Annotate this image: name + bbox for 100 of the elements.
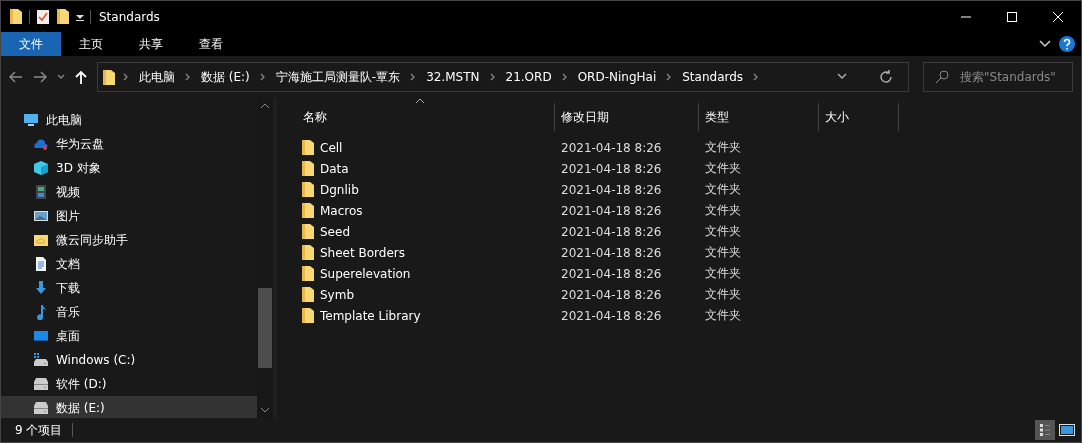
type-cell-text: 文件夹 — [704, 223, 742, 240]
document-icon — [33, 256, 49, 272]
date-cell-text: 2021-04-18 8:26 — [560, 182, 663, 197]
ribbon-tab[interactable]: 查看 — [181, 32, 241, 56]
folder-icon — [301, 307, 315, 324]
type-cell-text: 文件夹 — [704, 160, 742, 177]
chevron-icon[interactable] — [184, 73, 192, 81]
new-folder-icon — [56, 8, 70, 25]
type-cell-text: 文件夹 — [704, 307, 742, 324]
film-icon — [33, 184, 49, 200]
breadcrumb[interactable]: Standards — [679, 70, 747, 84]
chevron-icon[interactable] — [560, 73, 569, 81]
folder-icon — [301, 244, 315, 261]
nav-item[interactable]: 数据 (E:) — [1, 396, 257, 420]
type-cell-text: 文件夹 — [704, 139, 742, 156]
window-title: Standards — [99, 9, 160, 24]
breadcrumb[interactable]: 此电脑 — [136, 68, 178, 86]
up-button[interactable] — [75, 70, 87, 84]
search-icon — [935, 70, 949, 84]
type-cell-text: 文件夹 — [704, 202, 742, 219]
column-header[interactable]: 名称 — [297, 103, 555, 131]
chevron-icon[interactable] — [488, 73, 497, 81]
nav-item[interactable]: 微云同步助手 — [1, 228, 257, 252]
breadcrumb[interactable]: 21.ORD — [502, 70, 555, 84]
desktop-icon — [33, 328, 49, 344]
computer-icon — [23, 112, 39, 128]
nav-item[interactable]: 图片 — [1, 204, 257, 228]
scrollbar-thumb[interactable] — [258, 288, 272, 368]
nav-item[interactable]: 华为云盘 — [1, 132, 257, 156]
breadcrumb[interactable]: 宁海施工局测量队-覃东 — [272, 68, 404, 86]
cloud-folder-icon — [33, 232, 49, 248]
date-cell-text: 2021-04-18 8:26 — [560, 203, 663, 218]
system-drive-icon — [33, 352, 49, 368]
type-cell-text: 文件夹 — [704, 286, 742, 303]
scroll-up-icon[interactable] — [260, 102, 270, 110]
file-name[interactable]: Symb — [320, 287, 355, 302]
date-cell-text: 2021-04-18 8:26 — [560, 224, 663, 239]
date-cell-text: 2021-04-18 8:26 — [560, 245, 663, 260]
drive-icon — [33, 376, 49, 392]
expand-ribbon-icon[interactable] — [1039, 40, 1051, 48]
dropdown-icon[interactable] — [76, 12, 84, 21]
nav-item[interactable]: 软件 (D:) — [1, 372, 257, 396]
folder-icon — [301, 202, 315, 219]
date-cell-text: 2021-04-18 8:26 — [560, 266, 663, 281]
folder-icon — [301, 265, 315, 282]
nav-item[interactable]: 桌面 — [1, 324, 257, 348]
file-name[interactable]: Dgnlib — [320, 182, 359, 197]
column-header[interactable]: 修改日期 — [555, 103, 699, 131]
search-field[interactable]: 搜索"Standards" — [923, 62, 1073, 92]
cloud-icon — [33, 136, 49, 152]
nav-item[interactable]: 下载 — [1, 276, 257, 300]
item-count: 9 个项目 — [15, 421, 63, 439]
folder-icon — [301, 181, 315, 198]
folder-icon — [9, 8, 23, 25]
file-name[interactable]: Template Library — [320, 308, 421, 323]
scroll-down-icon[interactable] — [260, 406, 270, 414]
nav-item[interactable]: 视频 — [1, 180, 257, 204]
file-name[interactable]: Seed — [320, 224, 350, 239]
close-icon[interactable] — [1052, 10, 1064, 23]
forward-button[interactable] — [33, 71, 47, 83]
column-header[interactable]: 大小 — [819, 103, 899, 131]
file-name[interactable]: Data — [320, 161, 349, 176]
help-icon[interactable] — [1059, 36, 1075, 52]
recent-locations-button[interactable] — [57, 74, 65, 80]
folder-icon — [301, 286, 315, 303]
cube-icon — [33, 160, 49, 176]
drive-icon — [33, 400, 49, 416]
maximize-icon[interactable] — [1006, 10, 1018, 23]
file-name[interactable]: Cell — [320, 140, 343, 155]
address-bar[interactable]: 此电脑 数据 (E:) 宁海施工局测量队-覃东 32.MSTN 21.ORD ORD-NingHai Standards — [97, 62, 909, 92]
type-cell-text: 文件夹 — [704, 265, 742, 282]
breadcrumb[interactable]: 数据 (E:) — [198, 68, 253, 86]
back-button[interactable] — [9, 71, 23, 83]
type-cell-text: 文件夹 — [704, 244, 742, 261]
folder-icon — [102, 68, 116, 86]
nav-item[interactable]: 音乐 — [1, 300, 257, 324]
download-arrow-icon — [33, 280, 49, 296]
breadcrumb[interactable]: 32.MSTN — [423, 70, 483, 84]
chevron-icon[interactable] — [258, 73, 267, 81]
nav-item[interactable]: 3D 对象 — [1, 156, 257, 180]
type-cell-text: 文件夹 — [704, 181, 742, 198]
date-cell-text: 2021-04-18 8:26 — [560, 140, 663, 155]
folder-icon — [301, 139, 315, 156]
chevron-icon[interactable] — [122, 73, 130, 81]
date-cell-text: 2021-04-18 8:26 — [560, 308, 663, 323]
nav-item[interactable]: 此电脑 — [1, 108, 257, 132]
nav-item[interactable]: Windows (C:) — [1, 348, 257, 372]
nav-item[interactable]: 文档 — [1, 252, 257, 276]
properties-icon[interactable] — [36, 8, 50, 25]
file-name[interactable]: Sheet Borders — [320, 245, 405, 260]
ribbon-tab[interactable]: 共享 — [121, 32, 181, 56]
date-cell-text: 2021-04-18 8:26 — [560, 287, 663, 302]
file-name[interactable]: Macros — [320, 203, 363, 218]
breadcrumb[interactable]: ORD-NingHai — [574, 70, 660, 84]
column-header[interactable]: 类型 — [699, 103, 819, 131]
ribbon-tab[interactable]: 主页 — [61, 32, 121, 56]
file-name[interactable]: Superelevation — [320, 266, 411, 281]
folder-icon — [301, 160, 315, 177]
ribbon-tab[interactable]: 文件 — [1, 32, 61, 56]
date-cell-text: 2021-04-18 8:26 — [560, 161, 663, 176]
